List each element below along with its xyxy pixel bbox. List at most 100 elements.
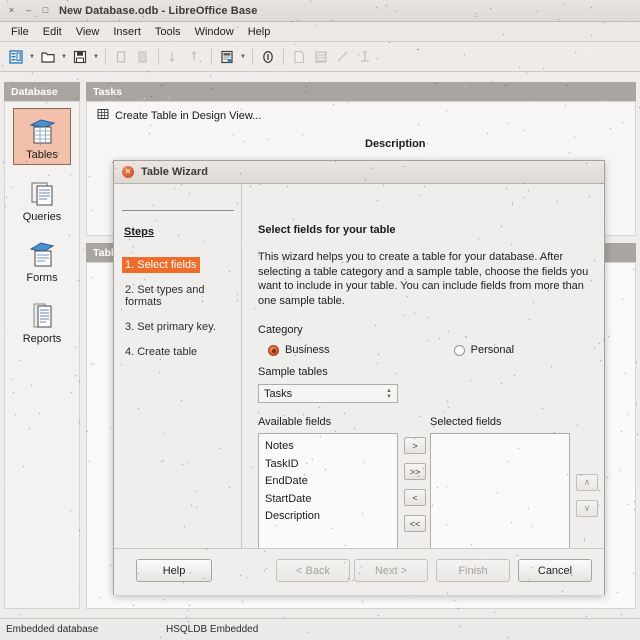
toolbar-separator [105,48,106,65]
query-icon [333,47,353,67]
list-item[interactable]: EndDate [259,473,397,491]
radio-personal[interactable]: Personal [453,344,515,356]
open-file-dropdown-icon[interactable]: ▼ [60,48,68,66]
info-icon[interactable] [258,47,278,67]
minimize-icon[interactable]: – [23,5,34,16]
category-label: Category [258,324,303,336]
table-wizard-dialog: ✕ Table Wizard Steps 1. Select fields 2.… [113,160,605,595]
form-wizard-dropdown-icon[interactable]: ▼ [239,48,247,66]
chevron-down-icon: ▼ [386,393,392,400]
cancel-button[interactable]: Cancel [518,559,592,582]
dialog-titlebar: ✕ Table Wizard [114,161,604,184]
queries-icon [25,178,59,208]
form-wizard-icon[interactable] [217,47,237,67]
step-label: 1. Select fields [122,257,200,273]
open-file-icon[interactable] [38,47,58,67]
table-icon [311,47,331,67]
move-left-button[interactable]: < [404,489,426,506]
selected-fields-label: Selected fields [430,416,502,428]
content-title: Select fields for your table [258,224,396,236]
move-right-button[interactable]: > [404,437,426,454]
menu-file[interactable]: File [4,24,36,40]
menu-window[interactable]: Window [188,24,241,40]
available-fields-list[interactable]: Notes TaskID EndDate StartDate Descripti… [258,433,398,557]
content-description: This wizard helps you to create a table … [258,251,589,307]
libreoffice-base-window: × – □ New Database.odb - LibreOffice Bas… [0,0,640,640]
menu-view[interactable]: View [69,24,107,40]
sample-tables-value: Tasks [264,387,293,400]
save-dropdown-icon[interactable]: ▼ [92,48,100,66]
sample-tables-dropdown[interactable]: Tasks ▲ ▼ [258,384,398,403]
dialog-footer: Help < Back Next > Finish Cancel [114,548,604,595]
sort-descending-icon [186,47,206,67]
statusbar: Embedded database HSQLDB Embedded [0,618,640,640]
sidebar-item-tables[interactable]: Tables [13,108,71,165]
help-button[interactable]: Help [136,559,212,582]
cut-icon [111,47,131,67]
close-icon[interactable]: ✕ [122,166,134,178]
spinner-icon[interactable]: ▲ ▼ [383,386,395,401]
sidebar-item-reports[interactable]: Reports [13,293,71,348]
task-item-label: Create Table in Design View... [115,109,262,122]
finish-button: Finish [436,559,510,582]
main-toolbar: ▼ ▼ ▼ ▼ [0,42,640,72]
list-item[interactable]: Description [259,508,397,526]
move-all-right-button[interactable]: >> [404,463,426,480]
menu-insert[interactable]: Insert [106,24,148,40]
radio-business[interactable]: Business [268,344,330,356]
sidebar-item-label: Tables [26,149,58,161]
design-view-icon [97,108,109,123]
description-column-header: Description [365,138,426,150]
close-icon[interactable]: × [6,5,17,16]
next-button: Next > [354,559,428,582]
new-document-icon [289,47,309,67]
step-item-2[interactable]: 2. Set types and formats [122,282,240,310]
selected-fields-list[interactable] [430,433,570,557]
maximize-icon[interactable]: □ [40,5,51,16]
sidebar-item-label: Forms [26,272,58,284]
move-all-left-button[interactable]: << [404,515,426,532]
reports-icon [25,300,59,330]
sort-ascending-icon [164,47,184,67]
order-button-group: ∧ ∨ [576,474,598,517]
radio-dot-icon [453,344,465,356]
steps-panel: Steps 1. Select fields 2. Set types and … [114,184,242,569]
sidebar-item-queries[interactable]: Queries [13,171,71,226]
step-item-3[interactable]: 3. Set primary key. [122,319,240,335]
move-up-button[interactable]: ∧ [576,474,598,491]
step-item-1[interactable]: 1. Select fields [122,257,240,282]
sample-tables-label: Sample tables [258,366,328,378]
available-fields-label: Available fields [258,416,332,428]
step-item-4[interactable]: 4. Create table [122,344,240,360]
task-item-create-table-design-view[interactable]: Create Table in Design View... [87,102,635,123]
database-pane: Tables Queries Forms Reports [4,101,80,609]
list-item[interactable]: StartDate [259,491,397,509]
tasks-pane-header: Tasks [86,82,636,101]
status-engine: HSQLDB Embedded [166,624,259,635]
radio-dot-icon [268,344,279,356]
list-item[interactable]: Notes [259,438,397,456]
sidebar-item-forms[interactable]: Forms [13,232,71,287]
window-controls: × – □ [6,5,51,16]
new-database-icon[interactable] [6,47,26,67]
window-titlebar: × – □ New Database.odb - LibreOffice Bas… [0,0,640,22]
toolbar-separator [158,48,159,65]
move-down-button[interactable]: ∨ [576,500,598,517]
copy-icon [133,47,153,67]
status-embedded-database: Embedded database [6,624,99,635]
dialog-body: Steps 1. Select fields 2. Set types and … [114,184,604,595]
menu-tools[interactable]: Tools [148,24,188,40]
dialog-title: Table Wizard [141,166,208,178]
category-radio-group: Business Personal [268,344,598,356]
toolbar-separator [252,48,253,65]
save-icon[interactable] [70,47,90,67]
window-title: New Database.odb - LibreOffice Base [59,4,258,17]
tables-icon [25,116,59,146]
menu-edit[interactable]: Edit [36,24,69,40]
toolbar-separator [211,48,212,65]
radio-label: Personal [470,344,515,356]
dialog-content: Select fields for your table This wizard… [242,184,604,569]
new-database-dropdown-icon[interactable]: ▼ [28,48,36,66]
menu-help[interactable]: Help [241,24,278,40]
list-item[interactable]: TaskID [259,456,397,474]
